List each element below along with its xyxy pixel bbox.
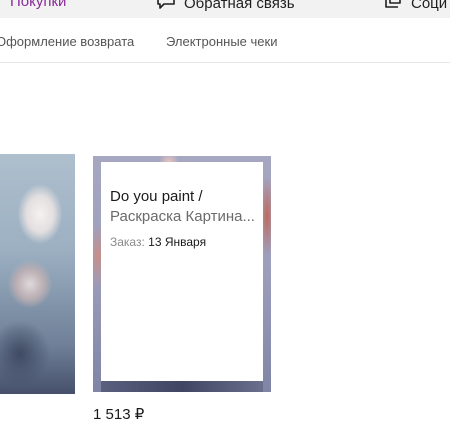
product-card[interactable]: Do you paint / Раскраска Картина... Зака… [93, 156, 271, 392]
product-price: 1 513 ₽ [93, 406, 145, 423]
order-label: Заказ: [110, 235, 145, 249]
nav-feedback-label: Обратная связь [184, 0, 295, 12]
tab-returns[interactable]: Оформление возврата [0, 34, 134, 49]
nav-feedback[interactable]: Обратная связь [156, 0, 295, 13]
top-navigation: Покупки Обратная связь Соци [0, 0, 450, 18]
order-date: 13 Января [148, 235, 207, 249]
tab-bar: Оформление возврата Электронные чеки [0, 18, 450, 63]
product-image-strip [101, 381, 263, 392]
product-title: Do you paint / Раскраска Картина... [110, 187, 256, 227]
nav-purchases[interactable]: Покупки [10, 0, 66, 10]
product-name: Раскраска Картина... [110, 208, 255, 225]
social-icon [383, 0, 403, 13]
chat-bubble-icon [156, 0, 176, 13]
product-image-left[interactable] [0, 154, 75, 394]
product-info-overlay: Do you paint / Раскраска Картина... Зака… [101, 162, 263, 381]
product-brand: Do you paint [110, 188, 195, 205]
tab-receipts[interactable]: Электронные чеки [166, 34, 277, 49]
nav-social[interactable]: Соци [383, 0, 447, 13]
nav-social-label: Соци [411, 0, 448, 12]
nav-purchases-label: Покупки [10, 0, 67, 10]
order-info: Заказ: 13 Января [110, 235, 206, 249]
title-separator: / [194, 188, 203, 205]
